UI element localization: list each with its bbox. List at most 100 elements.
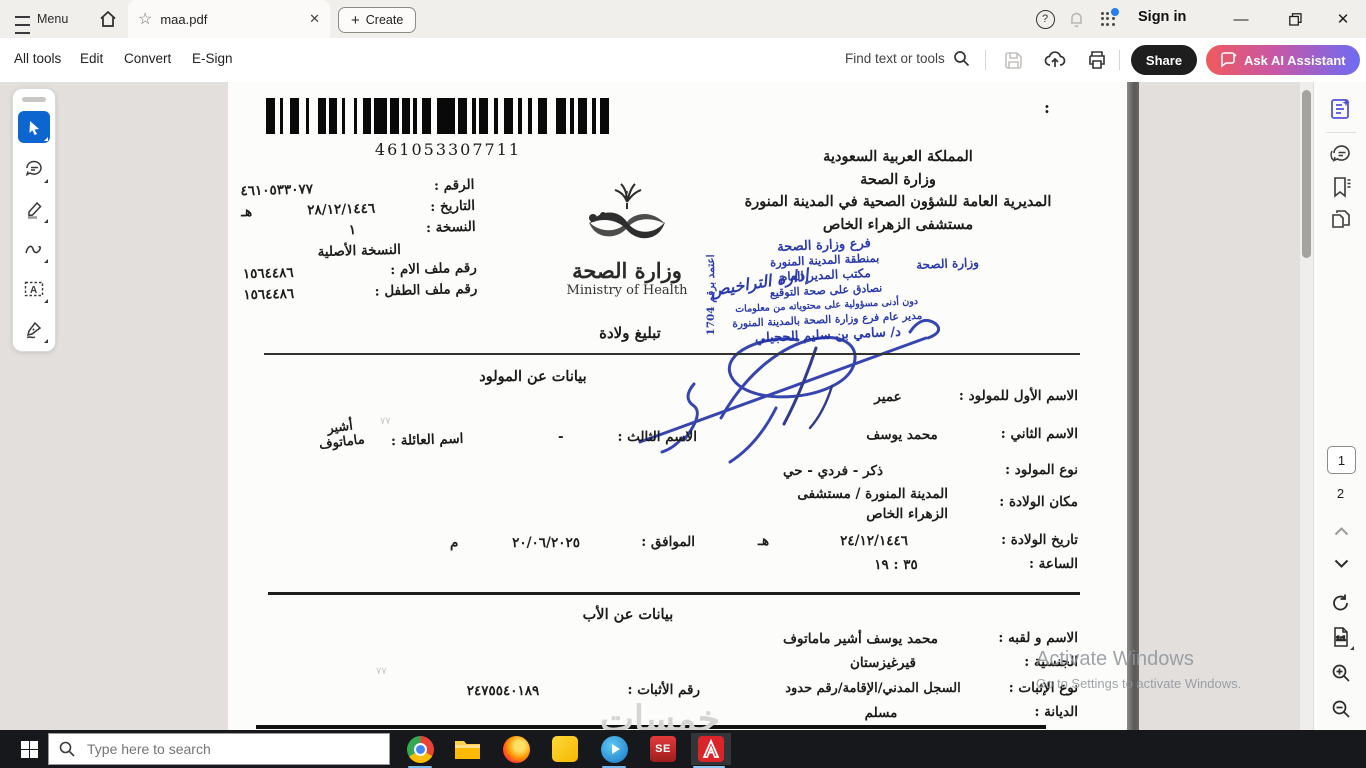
- newborn-type: ذكر - فردي - حي: [783, 463, 883, 479]
- moh-logo-arabic: وزارة الصحة: [572, 258, 682, 283]
- titlebar: Menu ☆ maa.pdf ✕ + Create ? Sign in — ✕: [0, 0, 1366, 38]
- zoom-in-icon[interactable]: [1328, 660, 1354, 686]
- notifications-bell-icon[interactable]: [1065, 8, 1087, 30]
- page-edge-shadow: [1127, 82, 1139, 730]
- refresh-icon[interactable]: [1328, 590, 1354, 616]
- plus-icon: +: [351, 11, 360, 29]
- acrobat-window: Menu ☆ maa.pdf ✕ + Create ? Sign in — ✕: [0, 0, 1366, 768]
- page-thumbnails-icon[interactable]: [1328, 206, 1354, 232]
- section-divider: [268, 592, 1080, 595]
- ai-assistant-icon[interactable]: [1328, 96, 1354, 122]
- home-icon[interactable]: [98, 9, 118, 34]
- previous-page-chevron-icon[interactable]: [1328, 518, 1354, 544]
- squiggle-icon: [25, 245, 42, 253]
- save-icon[interactable]: [1000, 47, 1026, 73]
- ask-ai-assistant-button[interactable]: Ask AI Assistant: [1206, 45, 1360, 75]
- letterhead: المملكة العربية السعودية وزارة الصحة الم…: [744, 148, 1052, 233]
- minimize-button[interactable]: —: [1218, 0, 1264, 38]
- birth-date-hijri: ٢٤/١٢/١٤٤٦ هـ: [758, 533, 908, 549]
- file-explorer-app-icon[interactable]: [447, 733, 487, 765]
- tab-all-tools[interactable]: All tools: [14, 51, 61, 66]
- next-page-number: 2: [1336, 486, 1345, 501]
- help-icon[interactable]: ?: [1034, 8, 1056, 30]
- windows-logo-icon: [20, 740, 38, 758]
- tab-close-icon[interactable]: ✕: [309, 11, 320, 27]
- highlighter-icon: [27, 201, 42, 219]
- acrobat-app-icon[interactable]: [691, 733, 731, 765]
- newborn-heading: بيانات عن المولود: [479, 368, 587, 385]
- right-sidebar: 1 2 1:1: [1313, 82, 1366, 730]
- activate-windows-watermark: Activate Windows Go to Settings to activ…: [1036, 648, 1242, 691]
- restore-button[interactable]: [1272, 0, 1318, 38]
- newborn-family-name: أشير ماماتوف: [318, 418, 366, 453]
- barcode: [266, 98, 609, 134]
- stamp-logo-text: وزارة الصحة: [915, 255, 980, 273]
- windows-taskbar: SE 1 25°C أمطار خفيفة ع 8:18 PM 11/2/202…: [0, 730, 1366, 768]
- star-icon[interactable]: ☆: [138, 9, 152, 29]
- tab-e-sign[interactable]: E-Sign: [192, 51, 233, 66]
- father-religion: مسلم: [864, 705, 898, 721]
- chrome-app-icon[interactable]: [400, 733, 440, 765]
- barcode-number: 461053307711: [374, 140, 522, 159]
- scrollbar-thumb[interactable]: [1302, 90, 1311, 258]
- reference-block: الرقم :٤٦١٠٥٣٣٠٧٧ التاريخ :٢٨/١٢/١٤٤٦ هـ …: [240, 176, 478, 304]
- scan-noise: ٧٧: [376, 666, 387, 677]
- svg-text:A: A: [30, 285, 37, 296]
- zoom-out-icon[interactable]: [1328, 696, 1354, 722]
- next-page-chevron-icon[interactable]: [1328, 550, 1354, 576]
- section-divider: [264, 353, 1080, 355]
- text-box-tool[interactable]: A: [18, 273, 50, 305]
- upload-cloud-icon[interactable]: [1042, 47, 1068, 73]
- birth-date-gregorian: ٢٠/٠٦/٢٠٢٥ م: [450, 535, 580, 551]
- yellow-app-icon[interactable]: [545, 733, 585, 765]
- close-button[interactable]: ✕: [1320, 0, 1366, 38]
- menu-button[interactable]: Menu: [37, 12, 68, 26]
- sign-in-button[interactable]: Sign in: [1138, 9, 1186, 25]
- panel-drag-handle[interactable]: [22, 97, 46, 102]
- father-nationality: قيرغيزستان: [850, 655, 916, 671]
- share-button[interactable]: Share: [1131, 45, 1197, 75]
- comment-bubble-icon: [25, 160, 42, 177]
- cursor-icon: [29, 120, 39, 135]
- current-page-input[interactable]: 1: [1327, 446, 1356, 474]
- tab-convert[interactable]: Convert: [124, 51, 171, 66]
- corner-mark: :: [1044, 98, 1050, 117]
- start-button[interactable]: [10, 730, 48, 768]
- draw-tool[interactable]: [18, 233, 50, 265]
- moh-logo: وزارة الصحة Ministry of Health: [562, 182, 692, 298]
- apps-grid-icon[interactable]: [1097, 7, 1119, 30]
- text-box-icon: A: [24, 281, 44, 297]
- print-icon[interactable]: [1084, 47, 1110, 73]
- birth-place: المدينة المنورة / مستشفى الزهراء الخاص: [797, 486, 948, 522]
- divider: [985, 50, 986, 70]
- newborn-second-name: محمد يوسف: [866, 427, 938, 443]
- blue-circle-app-icon[interactable]: [594, 733, 634, 765]
- se-app-icon[interactable]: SE: [643, 733, 683, 765]
- divider: [1119, 50, 1120, 70]
- father-name: محمد يوسف أشير ماماتوف: [783, 631, 938, 647]
- firefox-app-icon[interactable]: [496, 733, 536, 765]
- bookmarks-panel-icon[interactable]: [1328, 174, 1354, 200]
- newborn-third-name: -: [558, 429, 564, 445]
- newborn-first-name: عمير: [874, 389, 902, 405]
- vertical-scrollbar[interactable]: [1300, 82, 1313, 730]
- taskbar-search[interactable]: [48, 733, 390, 765]
- document-tab[interactable]: ☆ maa.pdf ✕: [128, 0, 330, 38]
- actual-size-icon[interactable]: 1:1: [1328, 624, 1354, 650]
- fountain-pen-icon: [26, 321, 42, 338]
- menu-icon[interactable]: [15, 13, 30, 37]
- divider: [1326, 132, 1356, 133]
- ai-chat-icon: [1221, 52, 1237, 68]
- search-input[interactable]: [85, 740, 349, 758]
- highlight-tool[interactable]: [18, 193, 50, 225]
- create-button[interactable]: + Create: [338, 7, 417, 33]
- tab-edit[interactable]: Edit: [80, 51, 103, 66]
- find-text-button[interactable]: Find text or tools: [845, 50, 970, 67]
- comment-tool[interactable]: [18, 153, 50, 185]
- search-icon: [953, 51, 969, 67]
- comments-panel-icon[interactable]: [1328, 142, 1354, 168]
- select-tool[interactable]: [18, 111, 50, 143]
- father-heading: بيانات عن الأب: [582, 606, 674, 623]
- moh-emblem-icon: [589, 183, 665, 239]
- signature-tool[interactable]: [18, 313, 50, 345]
